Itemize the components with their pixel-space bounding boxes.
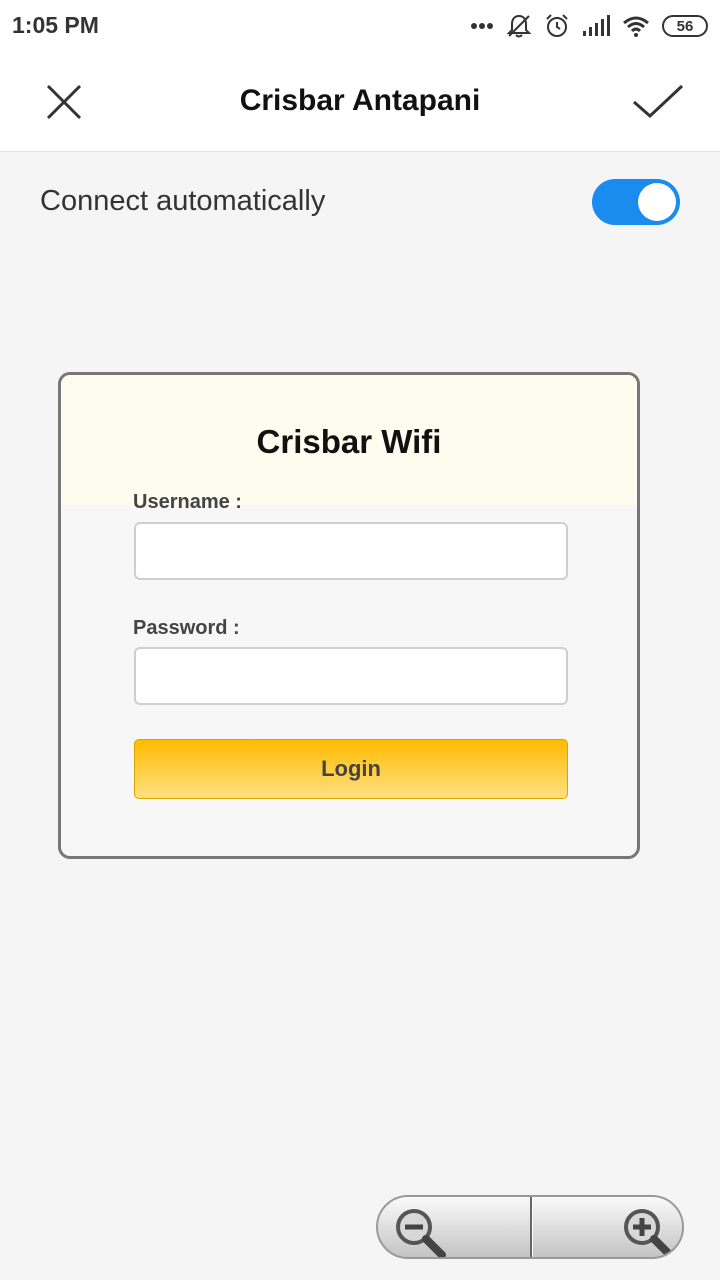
zoom-control [376, 1195, 684, 1259]
username-label: Username : [133, 491, 242, 513]
connect-automatically-row: Connect automatically [0, 153, 720, 253]
toggle-knob [638, 183, 676, 221]
zoom-out-icon [396, 1209, 446, 1257]
wifi-icon [622, 15, 650, 37]
connect-automatically-toggle[interactable] [592, 179, 680, 225]
top-bar: Crisbar Antapani [0, 52, 720, 152]
alarm-icon [544, 13, 570, 39]
zoom-out-button[interactable] [378, 1197, 528, 1257]
confirm-button[interactable] [632, 82, 684, 122]
zoom-in-icon [624, 1209, 674, 1257]
page-title: Crisbar Antapani [239, 84, 481, 117]
checkmark-icon [633, 84, 684, 119]
battery-icon: 56 [662, 15, 708, 37]
username-input[interactable] [134, 522, 568, 580]
status-time: 1:05 PM [12, 12, 99, 38]
login-card: Crisbar Wifi Username : Password : Login [58, 372, 640, 859]
close-button[interactable] [40, 82, 88, 122]
card-title: Crisbar Wifi [256, 423, 442, 460]
signal-icon [582, 15, 610, 37]
password-input[interactable] [134, 647, 568, 705]
password-label: Password : [133, 617, 240, 639]
bell-muted-icon [506, 13, 532, 39]
close-icon [46, 84, 82, 120]
card-header: Crisbar Wifi [61, 375, 637, 505]
login-button[interactable]: Login [134, 739, 568, 799]
status-icons: 56 [470, 10, 708, 42]
status-bar: 1:05 PM 56 [0, 0, 720, 52]
zoom-in-button[interactable] [532, 1197, 682, 1257]
connect-automatically-label: Connect automatically [40, 185, 326, 217]
more-dots-icon [470, 22, 494, 30]
